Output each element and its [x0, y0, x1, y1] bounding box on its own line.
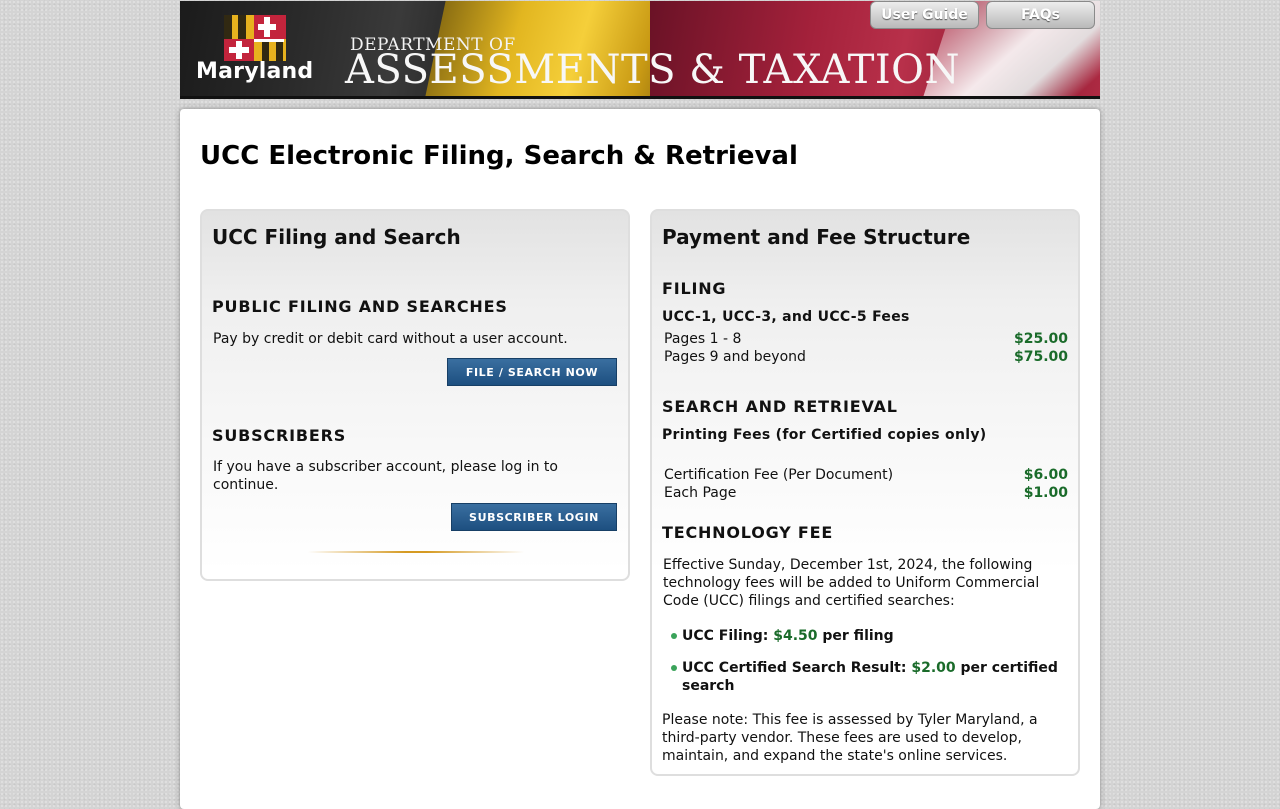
user-guide-button[interactable]: User Guide — [870, 1, 979, 29]
tech-fee-amount: $2.00 — [911, 660, 956, 676]
search-retrieval-heading: SEARCH AND RETRIEVAL — [662, 397, 898, 416]
fee-label: Certification Fee (Per Document) — [664, 467, 894, 483]
fee-row: Certification Fee (Per Document) $6.00 — [664, 467, 1068, 485]
fee-row: Each Page $1.00 — [664, 485, 1068, 503]
panel-title: Payment and Fee Structure — [662, 225, 971, 249]
payment-fee-panel: Payment and Fee Structure FILING UCC-1, … — [650, 209, 1080, 776]
technology-fee-note: Please note: This fee is assessed by Tyl… — [662, 712, 1038, 764]
maryland-flag-icon — [224, 15, 286, 61]
technology-fee-list: UCC Filing: $4.50 per filing UCC Certifi… — [662, 627, 1062, 709]
fee-row: Pages 1 - 8 $25.00 — [664, 331, 1068, 349]
tech-fee-label: UCC Filing: — [682, 628, 769, 644]
bullet-icon — [671, 633, 677, 639]
file-search-now-button[interactable]: FILE / SEARCH NOW — [447, 358, 617, 386]
subscribers-heading: SUBSCRIBERS — [212, 426, 347, 445]
ucc-filing-search-panel: UCC Filing and Search PUBLIC FILING AND … — [200, 209, 630, 581]
main-content-card: UCC Electronic Filing, Search & Retrieva… — [180, 109, 1100, 809]
page-title: UCC Electronic Filing, Search & Retrieva… — [200, 141, 798, 171]
decorative-divider — [308, 551, 524, 553]
department-name: ASSESSMENTS & TAXATION — [345, 47, 960, 93]
fee-label: Pages 9 and beyond — [664, 349, 806, 365]
tech-fee-label: UCC Certified Search Result: — [682, 660, 907, 676]
bullet-icon — [671, 665, 677, 671]
search-subheading: Printing Fees (for Certified copies only… — [662, 427, 987, 443]
fee-amount: $25.00 — [1013, 331, 1068, 347]
list-item: UCC Filing: $4.50 per filing — [662, 627, 1062, 645]
public-filing-text: Pay by credit or debit card without a us… — [213, 331, 568, 347]
tech-fee-suffix: per filing — [822, 628, 894, 644]
fee-amount: $1.00 — [1023, 485, 1068, 501]
maryland-logo-text: Maryland — [196, 59, 314, 84]
filing-subheading: UCC-1, UCC-3, and UCC-5 Fees — [662, 309, 910, 325]
fee-amount: $75.00 — [1013, 349, 1068, 365]
filing-heading: FILING — [662, 279, 727, 298]
technology-fee-intro: Effective Sunday, December 1st, 2024, th… — [663, 557, 1040, 609]
subscriber-login-button[interactable]: SUBSCRIBER LOGIN — [451, 503, 617, 531]
fee-label: Pages 1 - 8 — [664, 331, 742, 347]
list-item: UCC Certified Search Result: $2.00 per c… — [662, 659, 1062, 695]
tech-fee-amount: $4.50 — [773, 628, 818, 644]
fee-amount: $6.00 — [1023, 467, 1068, 483]
fee-label: Each Page — [664, 485, 737, 501]
faqs-button[interactable]: FAQs — [986, 1, 1095, 29]
technology-fee-heading: TECHNOLOGY FEE — [662, 523, 834, 542]
subscribers-text: If you have a subscriber account, please… — [213, 459, 558, 493]
panel-title: UCC Filing and Search — [212, 225, 461, 249]
fee-row: Pages 9 and beyond $75.00 — [664, 349, 1068, 367]
public-filing-heading: PUBLIC FILING AND SEARCHES — [212, 297, 508, 316]
